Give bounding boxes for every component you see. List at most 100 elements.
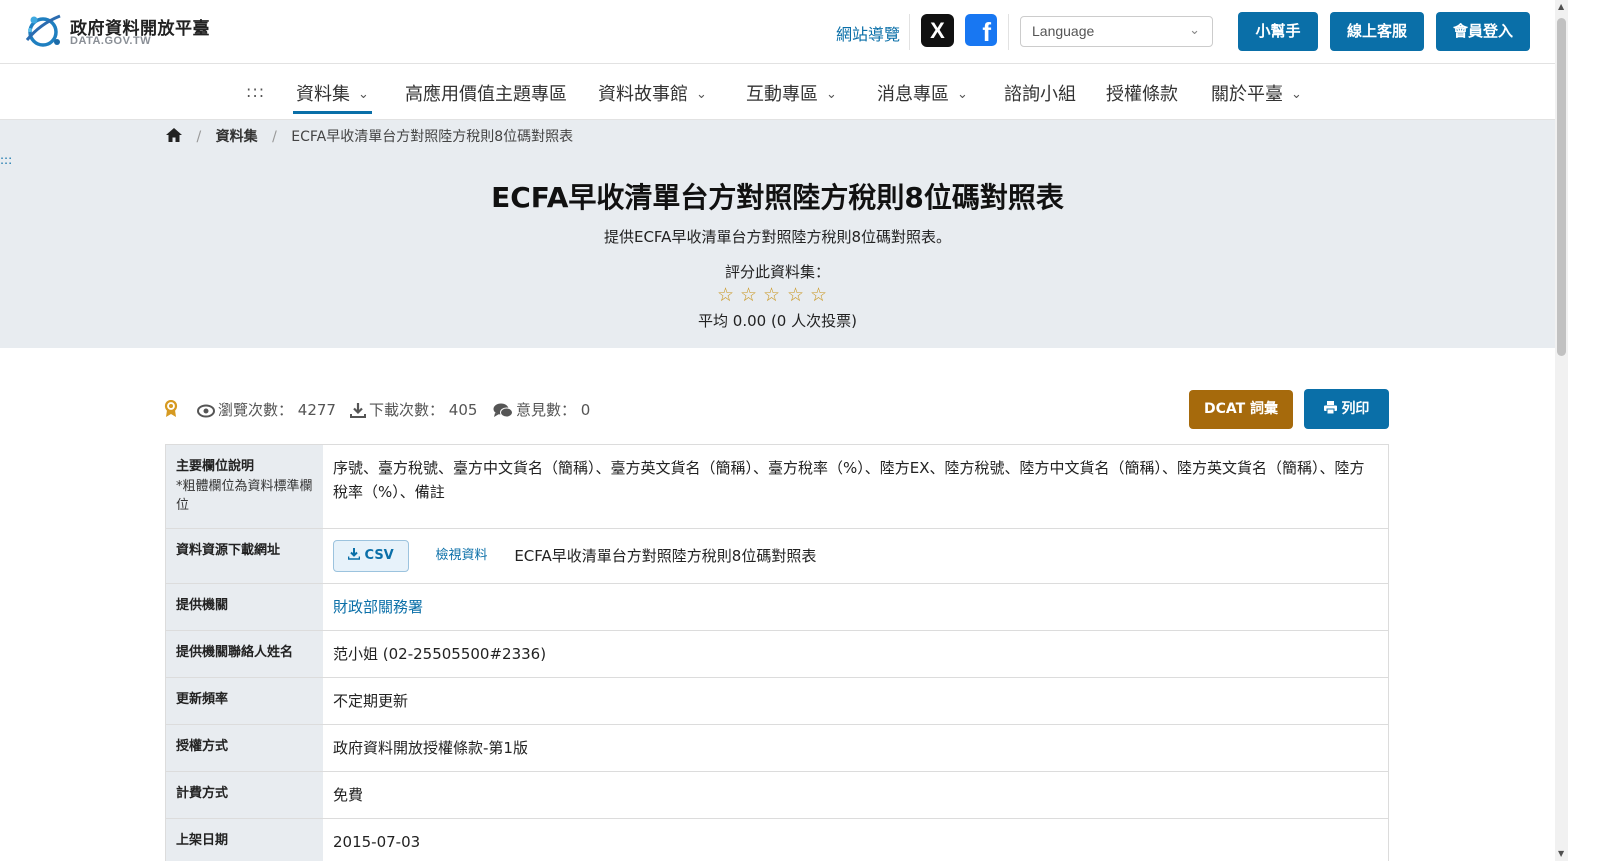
nav-item-license[interactable]: 授權條款 xyxy=(1106,80,1178,106)
publish-date-value: 2015-07-03 xyxy=(323,819,1388,861)
rating-stars: ☆ ☆ ☆ ☆ ☆ xyxy=(715,284,833,306)
nav-accesskey[interactable]: ::: xyxy=(246,82,265,101)
nav-item-about[interactable]: 關於平臺 ⌄ xyxy=(1211,80,1302,106)
nav-item-interactive[interactable]: 互動專區 ⌄ xyxy=(746,80,837,106)
resource-name: ECFA早收清單台方對照陸方稅則8位碼對照表 xyxy=(514,546,817,565)
language-select-label: Language xyxy=(1032,23,1095,39)
printer-icon xyxy=(1323,401,1337,415)
award-icon xyxy=(164,400,178,417)
main-nav: ::: 資料集 ⌄ 高應用價值主題專區 資料故事館 ⌄ 互動專區 ⌄ 消息專區 ⌄ 諮詢… xyxy=(0,64,1568,120)
frequency-value: 不定期更新 xyxy=(323,678,1388,725)
table-row: 授權方式 政府資料開放授權條款-第1版 xyxy=(166,725,1388,773)
chevron-down-icon: ⌄ xyxy=(826,87,837,102)
nav-item-label: 諮詢小組 xyxy=(1004,84,1076,105)
x-icon[interactable]: X xyxy=(921,14,954,47)
nav-item-high-value[interactable]: 高應用價值主題專區 xyxy=(405,80,567,106)
chevron-down-icon: ⌄ xyxy=(1291,87,1302,102)
license-value: 政府資料開放授權條款-第1版 xyxy=(323,725,1388,772)
print-button-label: 列印 xyxy=(1341,401,1370,417)
star-icon[interactable]: ☆ xyxy=(740,284,757,306)
helper-button[interactable]: 小幫手 xyxy=(1238,12,1318,51)
breadcrumb: / 資料集 / ECFA早收清單台方對照陸方稅則8位碼對照表 xyxy=(166,126,573,146)
downloads-count: 405 xyxy=(448,401,478,419)
sitemap-link[interactable]: 網站導覽 xyxy=(836,21,900,45)
scroll-down-icon[interactable]: ▼ xyxy=(1558,849,1564,858)
comments-stat: 意見數： 0 xyxy=(493,399,590,420)
resource-cell: CSV 檢視資料 ECFA早收清單台方對照陸方稅則8位碼對照表 xyxy=(323,528,1388,584)
breadcrumb-separator: / xyxy=(196,129,202,145)
provider-link[interactable]: 財政部關務署 xyxy=(333,598,423,616)
divider xyxy=(909,14,910,50)
csv-download-button[interactable]: CSV xyxy=(333,539,409,573)
row-header: 提供機關 xyxy=(166,584,323,631)
table-row: 計費方式 免費 xyxy=(166,772,1388,820)
table-row: 資料資源下載網址 CSV 檢視資料 ECFA早收清單台方對照陸方稅則8位碼對照表 xyxy=(166,528,1388,585)
chevron-down-icon: ⌄ xyxy=(358,87,369,102)
comments-label: 意見數： xyxy=(516,401,577,419)
scroll-up-icon[interactable]: ▲ xyxy=(1558,2,1564,11)
downloads-label: 下載次數： xyxy=(369,401,445,419)
nav-item-label: 資料集 xyxy=(296,84,350,105)
views-count: 4277 xyxy=(297,401,336,419)
nav-item-advisory[interactable]: 諮詢小組 xyxy=(1004,80,1076,106)
print-button[interactable]: 列印 xyxy=(1304,389,1389,429)
star-icon[interactable]: ☆ xyxy=(810,284,827,306)
nav-item-news[interactable]: 消息專區 ⌄ xyxy=(877,80,968,106)
row-header: 計費方式 xyxy=(166,772,323,819)
star-icon[interactable]: ☆ xyxy=(763,284,780,306)
nav-item-label: 消息專區 xyxy=(877,84,949,105)
nav-item-label: 資料故事館 xyxy=(598,84,688,105)
dataset-info-table: 主要欄位說明 *粗體欄位為資料標準欄位 序號、臺方稅號、臺方中文貨名（簡稱）、臺… xyxy=(165,444,1389,861)
language-select[interactable]: Language ⌄ xyxy=(1020,16,1213,47)
rating-average: 平均 0.00 (0 人次投票) xyxy=(698,312,857,330)
views-stat: 瀏覽次數： 4277 xyxy=(197,399,336,420)
resource-label: 資料資源下載網址 xyxy=(166,528,323,584)
dcat-button[interactable]: DCAT 詞彙 xyxy=(1189,390,1293,429)
fields-label: 主要欄位說明 xyxy=(176,459,255,474)
row-header: 主要欄位說明 *粗體欄位為資料標準欄位 xyxy=(166,445,323,528)
logo-icon xyxy=(25,14,61,47)
star-icon[interactable]: ☆ xyxy=(787,284,804,306)
views-label: 瀏覽次數： xyxy=(218,401,294,419)
table-row: 上架日期 2015-07-03 xyxy=(166,819,1388,861)
row-header: 更新頻率 xyxy=(166,678,323,725)
star-icon[interactable]: ☆ xyxy=(717,284,734,306)
eye-icon xyxy=(197,404,215,418)
facebook-icon[interactable]: f xyxy=(965,14,997,46)
breadcrumb-datasets[interactable]: 資料集 xyxy=(216,129,258,145)
breadcrumb-separator: / xyxy=(272,129,277,145)
table-row: 主要欄位說明 *粗體欄位為資料標準欄位 序號、臺方稅號、臺方中文貨名（簡稱）、臺… xyxy=(166,445,1388,529)
nav-item-datasets[interactable]: 資料集 ⌄ xyxy=(293,80,372,114)
content-accesskey[interactable]: ::: xyxy=(0,153,12,167)
fields-note: *粗體欄位為資料標準欄位 xyxy=(176,478,313,514)
csv-label: CSV xyxy=(364,547,394,563)
divider xyxy=(1008,14,1009,50)
member-login-button[interactable]: 會員登入 xyxy=(1436,12,1530,51)
logo-text-en: DATA.GOV.TW xyxy=(70,35,152,47)
table-row: 提供機關 財政部關務署 xyxy=(166,584,1388,632)
dataset-hero: / 資料集 / ECFA早收清單台方對照陸方稅則8位碼對照表 ::: ECFA早… xyxy=(0,120,1555,348)
fee-value: 免費 xyxy=(323,772,1388,819)
download-icon xyxy=(347,547,361,560)
dataset-description: 提供ECFA早收清單台方對照陸方稅則8位碼對照表。 xyxy=(603,228,951,246)
page-scrollbar[interactable]: ▲ ▼ xyxy=(1555,0,1568,861)
chevron-down-icon: ⌄ xyxy=(696,87,707,102)
row-header: 授權方式 xyxy=(166,725,323,772)
download-icon xyxy=(350,403,366,418)
home-icon[interactable] xyxy=(166,128,182,142)
page-title: ECFA早收清單台方對照陸方稅則8位碼對照表 xyxy=(491,181,1064,214)
chevron-down-icon: ⌄ xyxy=(957,87,968,102)
rating-label: 評分此資料集： xyxy=(724,263,830,281)
row-header: 上架日期 xyxy=(166,819,323,861)
table-row: 更新頻率 不定期更新 xyxy=(166,678,1388,726)
view-data-link[interactable]: 檢視資料 xyxy=(436,546,488,567)
site-logo[interactable]: 政府資料開放平臺 DATA.GOV.TW xyxy=(22,10,222,52)
downloads-stat: 下載次數： 405 xyxy=(350,399,477,420)
nav-item-label: 互動專區 xyxy=(746,84,818,105)
nav-item-label: 關於平臺 xyxy=(1211,84,1283,105)
site-header: 政府資料開放平臺 DATA.GOV.TW 網站導覽 X f Language ⌄… xyxy=(0,0,1568,64)
online-support-button[interactable]: 線上客服 xyxy=(1330,12,1424,51)
nav-item-stories[interactable]: 資料故事館 ⌄ xyxy=(598,80,707,106)
nav-item-label: 授權條款 xyxy=(1106,84,1178,105)
scrollbar-thumb[interactable] xyxy=(1557,18,1566,356)
